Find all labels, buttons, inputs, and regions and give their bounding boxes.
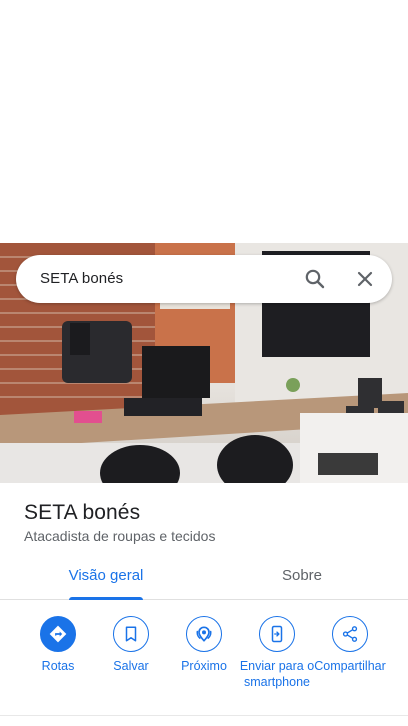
tab-about-label: Sobre bbox=[281, 567, 323, 584]
search-query[interactable]: SETA bonés bbox=[40, 255, 123, 303]
directions-button[interactable]: Rotas bbox=[20, 616, 96, 674]
share-button[interactable]: Compartilhar bbox=[312, 616, 388, 674]
tab-overview[interactable]: Visão geral bbox=[48, 558, 164, 600]
tab-about[interactable]: Sobre bbox=[244, 558, 360, 600]
share-label: Compartilhar bbox=[314, 659, 386, 673]
search-icon[interactable] bbox=[303, 267, 327, 291]
action-bar: Rotas Salvar Próximo Enviar para o smart… bbox=[0, 600, 408, 716]
tab-overview-label: Visão geral bbox=[68, 567, 144, 584]
nearby-icon bbox=[186, 616, 222, 652]
nearby-label: Próximo bbox=[181, 659, 227, 673]
nearby-button[interactable]: Próximo bbox=[166, 616, 242, 674]
directions-icon bbox=[40, 616, 76, 652]
save-button[interactable]: Salvar bbox=[93, 616, 169, 674]
send-to-phone-button[interactable]: Enviar para o smartphone bbox=[239, 616, 315, 690]
send-to-phone-label: Enviar para o smartphone bbox=[239, 659, 315, 689]
send-to-phone-icon bbox=[259, 616, 295, 652]
place-title: SETA bonés bbox=[24, 501, 141, 524]
place-category: Atacadista de roupas e tecidos bbox=[24, 528, 216, 544]
bookmark-icon bbox=[113, 616, 149, 652]
directions-label: Rotas bbox=[41, 659, 75, 673]
save-label: Salvar bbox=[113, 659, 149, 673]
share-icon bbox=[332, 616, 368, 652]
close-icon[interactable] bbox=[353, 267, 377, 291]
tab-bar: Visão geral Sobre bbox=[0, 558, 408, 600]
search-bar[interactable]: SETA bonés bbox=[16, 255, 392, 303]
